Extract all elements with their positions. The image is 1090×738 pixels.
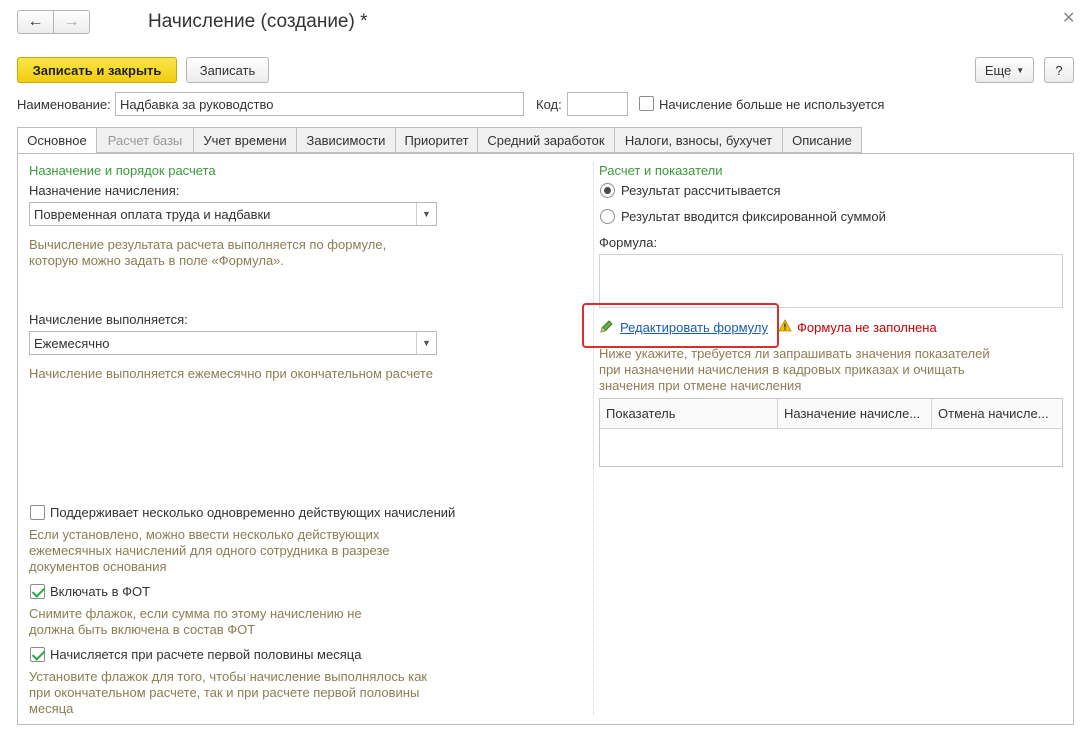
column-divider xyxy=(593,163,594,715)
schedule-hint: Начисление выполняется ежемесячно при ок… xyxy=(29,366,433,381)
edit-formula-link[interactable]: Редактировать формулу xyxy=(620,320,768,335)
formula-warning: Формула не заполнена xyxy=(797,320,937,335)
radio-calculated-label: Результат рассчитывается xyxy=(621,183,781,198)
more-label: Еще xyxy=(984,62,1012,78)
unused-checkbox[interactable] xyxy=(639,96,654,111)
dropdown-arrow-icon[interactable]: ▼ xyxy=(416,332,436,354)
chevron-down-icon: ▼ xyxy=(1016,65,1025,75)
arrow-right-icon: → xyxy=(63,13,80,30)
column-header-cancellation[interactable]: Отмена начисле... xyxy=(932,399,1062,428)
purpose-select[interactable]: Повременная оплата труда и надбавки ▼ xyxy=(29,202,437,226)
tab-average-earnings[interactable]: Средний заработок xyxy=(477,127,615,153)
dropdown-arrow-icon[interactable]: ▼ xyxy=(416,203,436,225)
tab-time-accounting[interactable]: Учет времени xyxy=(193,127,297,153)
code-label: Код: xyxy=(536,97,562,112)
schedule-label: Начисление выполняется: xyxy=(29,312,188,327)
name-input[interactable]: Надбавка за руководство xyxy=(115,92,524,116)
indicators-table[interactable]: Показатель Назначение начисле... Отмена … xyxy=(599,398,1063,467)
indicators-hint: Ниже укажите, требуется ли запрашивать з… xyxy=(599,346,990,393)
tab-dependencies[interactable]: Зависимости xyxy=(296,127,396,153)
fot-hint: Снимите флажок, если сумма по этому начи… xyxy=(29,606,362,637)
half-month-hint: Установите флажок для того, чтобы начисл… xyxy=(29,669,428,716)
close-icon[interactable]: ✕ xyxy=(1062,8,1075,28)
multi-hint: Если установлено, можно ввести несколько… xyxy=(29,527,390,574)
formula-textarea[interactable] xyxy=(599,254,1063,308)
forward-button[interactable]: → xyxy=(53,10,90,34)
save-button[interactable]: Записать xyxy=(186,57,269,83)
column-header-indicator[interactable]: Показатель xyxy=(600,399,778,428)
table-header: Показатель Назначение начисле... Отмена … xyxy=(600,399,1062,429)
unused-label: Начисление больше не используется xyxy=(659,97,885,112)
purpose-value: Повременная оплата труда и надбавки xyxy=(34,206,271,222)
tab-taxes[interactable]: Налоги, взносы, бухучет xyxy=(614,127,783,153)
window-title: Начисление (создание) * xyxy=(148,11,368,32)
save-and-close-button[interactable]: Записать и закрыть xyxy=(17,57,177,83)
more-button[interactable]: Еще ▼ xyxy=(975,57,1034,83)
radio-fixed-sum-label: Результат вводится фиксированной суммой xyxy=(621,209,886,224)
tab-base-calc[interactable]: Расчет базы xyxy=(96,127,194,153)
help-button[interactable]: ? xyxy=(1044,57,1074,83)
pencil-icon xyxy=(599,319,614,337)
schedule-value: Ежемесячно xyxy=(34,335,110,351)
back-button[interactable]: ← xyxy=(17,10,54,34)
schedule-select[interactable]: Ежемесячно ▼ xyxy=(29,331,437,355)
code-input[interactable] xyxy=(567,92,628,116)
fot-checkbox[interactable] xyxy=(30,584,45,599)
radio-fixed-sum[interactable] xyxy=(600,209,615,224)
multi-checkbox[interactable] xyxy=(30,505,45,520)
multi-label: Поддерживает несколько одновременно дейс… xyxy=(50,505,456,520)
half-month-checkbox[interactable] xyxy=(30,647,45,662)
tab-main[interactable]: Основное xyxy=(17,127,97,154)
column-header-assignment[interactable]: Назначение начисле... xyxy=(778,399,932,428)
purpose-label: Назначение начисления: xyxy=(29,183,180,198)
radio-calculated[interactable] xyxy=(600,183,615,198)
name-label: Наименование: xyxy=(17,97,111,112)
warning-icon xyxy=(778,319,792,335)
tab-description[interactable]: Описание xyxy=(782,127,862,153)
tab-priority[interactable]: Приоритет xyxy=(395,127,478,153)
fot-label: Включать в ФОТ xyxy=(50,584,151,599)
left-section-title: Назначение и порядок расчета xyxy=(29,163,216,178)
half-month-label: Начисляется при расчете первой половины … xyxy=(50,647,362,662)
purpose-hint: Вычисление результата расчета выполняетс… xyxy=(29,237,387,268)
right-section-title: Расчет и показатели xyxy=(599,163,723,178)
formula-label: Формула: xyxy=(599,235,658,250)
arrow-left-icon: ← xyxy=(27,13,44,30)
